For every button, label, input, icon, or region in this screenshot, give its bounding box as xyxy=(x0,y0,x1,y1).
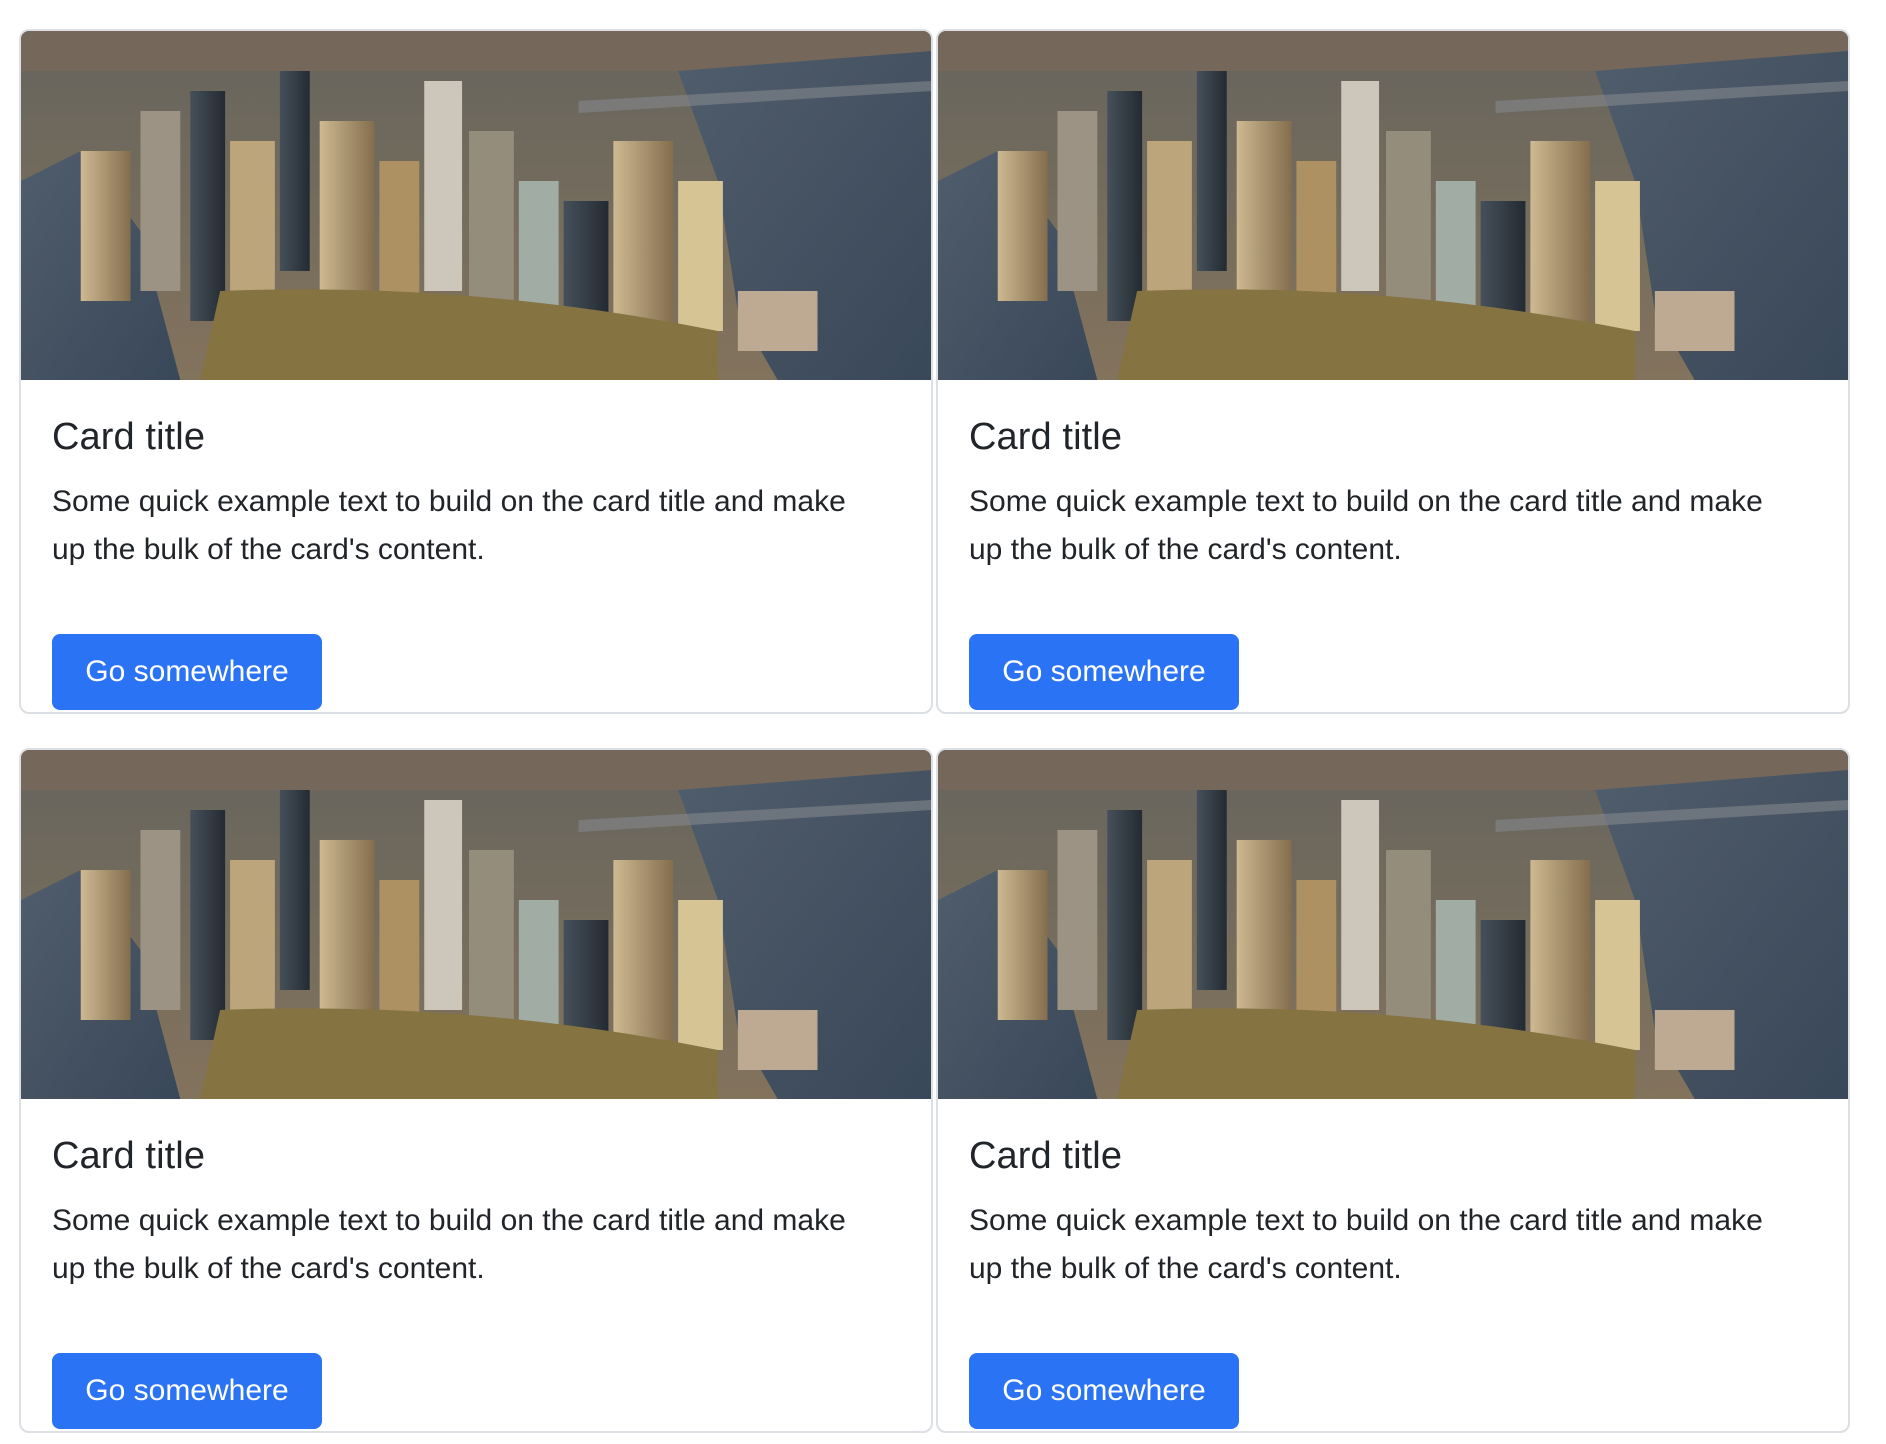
card: Card title Some quick example text to bu… xyxy=(936,29,1850,714)
card-title: Card title xyxy=(969,416,1123,458)
card: Card title Some quick example text to bu… xyxy=(936,748,1850,1433)
card-text: Some quick example text to build on the … xyxy=(52,1204,846,1285)
card-grid: Card title Some quick example text to bu… xyxy=(19,29,1850,1433)
card: Card title Some quick example text to bu… xyxy=(19,29,933,714)
card-text: Some quick example text to build on the … xyxy=(969,485,1763,566)
card: Card title Some quick example text to bu… xyxy=(19,748,933,1433)
card-image xyxy=(938,31,1848,380)
go-somewhere-button[interactable]: Go somewhere xyxy=(52,1353,322,1429)
card-text: Some quick example text to build on the … xyxy=(52,485,846,566)
card-image xyxy=(21,750,931,1099)
card-image xyxy=(938,750,1848,1099)
card-image xyxy=(21,31,931,380)
go-somewhere-button[interactable]: Go somewhere xyxy=(52,634,322,710)
card-title: Card title xyxy=(969,1135,1123,1177)
card-text: Some quick example text to build on the … xyxy=(969,1204,1763,1285)
card-title: Card title xyxy=(52,1135,206,1177)
card-title: Card title xyxy=(52,416,206,458)
go-somewhere-button[interactable]: Go somewhere xyxy=(969,634,1239,710)
go-somewhere-button[interactable]: Go somewhere xyxy=(969,1353,1239,1429)
